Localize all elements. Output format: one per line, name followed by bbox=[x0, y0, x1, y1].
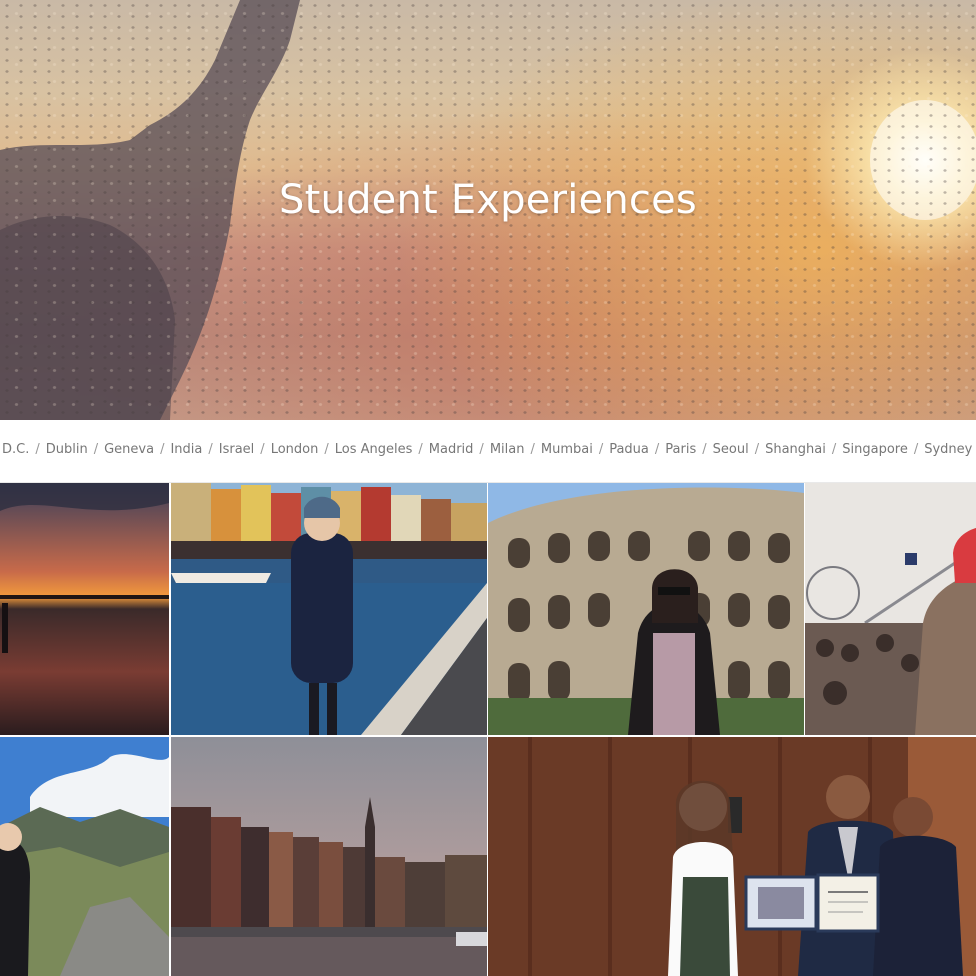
filter-separator: / bbox=[831, 442, 837, 457]
filter-separator: / bbox=[260, 442, 265, 457]
gallery-photo-amsterdam-canal[interactable] bbox=[171, 737, 487, 976]
hero-banner: Student Experiences bbox=[0, 0, 976, 420]
gallery-photo-canal-harbor[interactable] bbox=[171, 483, 487, 735]
filter-link-singapore[interactable]: Singapore bbox=[842, 442, 908, 457]
filter-link-madrid[interactable]: Madrid bbox=[429, 442, 474, 457]
filter-link-london[interactable]: London bbox=[271, 442, 319, 457]
filter-separator: / bbox=[324, 442, 329, 457]
gallery-photo-award-ceremony[interactable] bbox=[488, 737, 976, 976]
gallery-photo-colosseum[interactable] bbox=[488, 483, 804, 735]
filter-separator: / bbox=[654, 442, 660, 457]
filter-separator: / bbox=[530, 442, 535, 457]
page-title: Student Experiences bbox=[279, 176, 697, 223]
category-filter-bar: D.C. / Dublin / Geneva / India / Israel / London / L… bbox=[0, 420, 976, 483]
filter-separator: / bbox=[418, 442, 423, 457]
gallery-photo-pier-red-cap[interactable] bbox=[805, 483, 976, 735]
filter-link-d-c[interactable]: D.C. bbox=[2, 442, 29, 457]
filter-link-israel[interactable]: Israel bbox=[219, 442, 255, 457]
filter-separator: / bbox=[208, 442, 213, 457]
filter-separator: / bbox=[913, 442, 919, 457]
filter-link-geneva[interactable]: Geneva bbox=[104, 442, 154, 457]
gallery-photo-sunset-lake[interactable] bbox=[0, 483, 169, 735]
filter-link-los-angeles[interactable]: Los Angeles bbox=[335, 442, 413, 457]
filter-link-sydney[interactable]: Sydney bbox=[924, 442, 972, 457]
filter-link-milan[interactable]: Milan bbox=[490, 442, 525, 457]
filter-separator: / bbox=[754, 442, 760, 457]
filter-separator: / bbox=[93, 442, 99, 457]
category-filter-list: D.C. / Dublin / Geneva / India / Israel / London / L… bbox=[2, 442, 976, 457]
filter-link-padua[interactable]: Padua bbox=[609, 442, 649, 457]
filter-link-india[interactable]: India bbox=[170, 442, 202, 457]
filter-separator: / bbox=[35, 442, 40, 457]
filter-link-shanghai[interactable]: Shanghai bbox=[765, 442, 826, 457]
filter-link-paris[interactable]: Paris bbox=[665, 442, 696, 457]
filter-separator: / bbox=[702, 442, 707, 457]
gallery-photo-mountain-valley[interactable] bbox=[0, 737, 169, 976]
filter-link-mumbai[interactable]: Mumbai bbox=[541, 442, 593, 457]
filter-separator: / bbox=[598, 442, 604, 457]
filter-separator: / bbox=[160, 442, 165, 457]
photo-gallery bbox=[0, 483, 976, 976]
filter-separator: / bbox=[479, 442, 484, 457]
filter-link-dublin[interactable]: Dublin bbox=[46, 442, 88, 457]
filter-link-seoul[interactable]: Seoul bbox=[713, 442, 749, 457]
